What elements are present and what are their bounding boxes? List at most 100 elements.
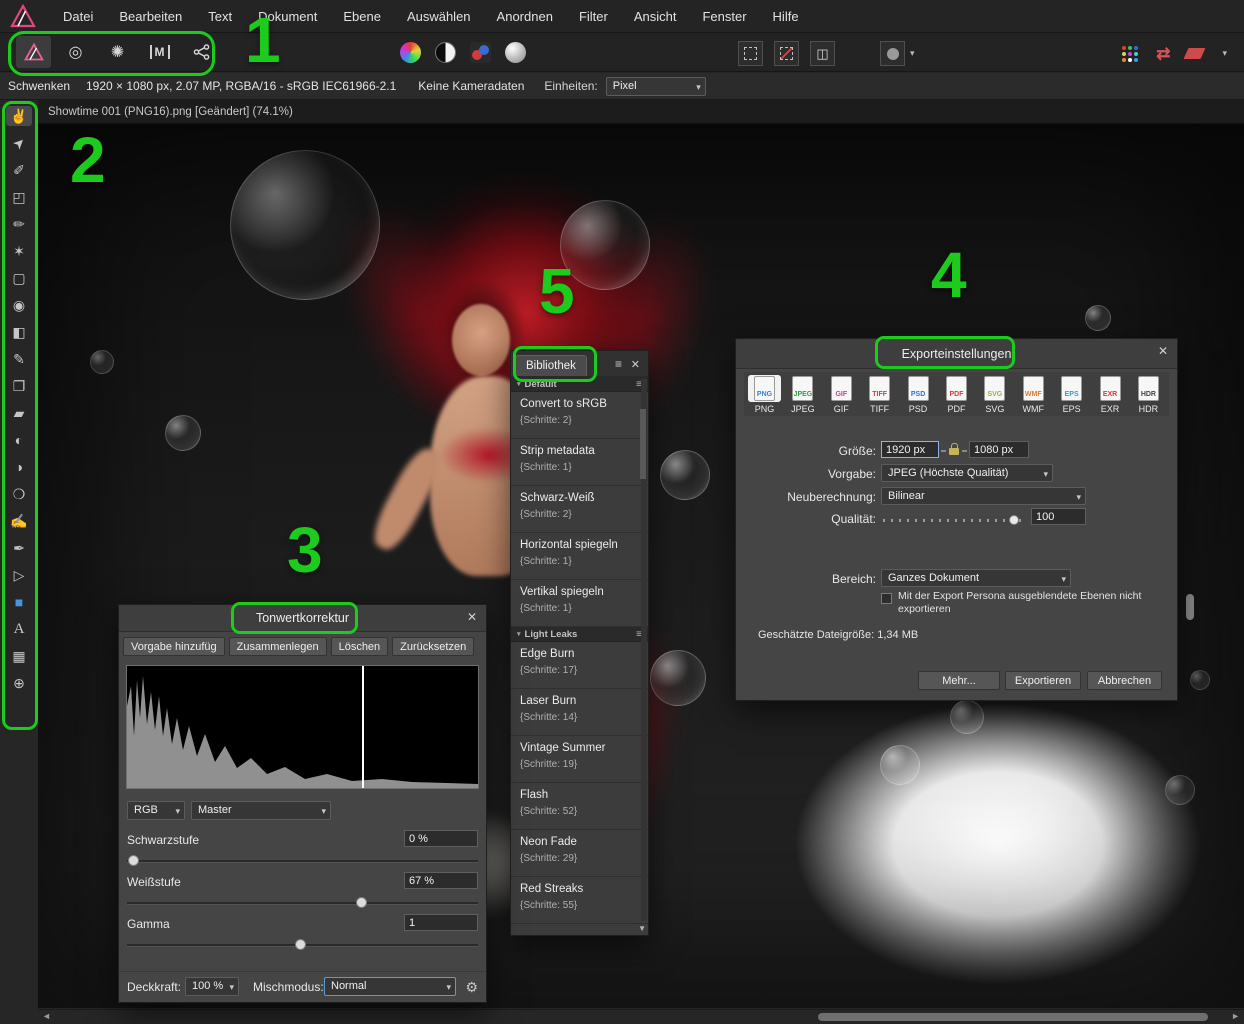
black-level-thumb[interactable] [128, 855, 139, 866]
black-level-slider[interactable] [127, 855, 478, 867]
dodge-tool[interactable]: ◐ [6, 430, 32, 450]
format-svg[interactable]: SVG SVG [976, 375, 1013, 414]
flood-select-tool[interactable]: ✶ [6, 241, 32, 261]
marquee-tool[interactable]: ▢ [6, 268, 32, 288]
macro-strip-metadata[interactable]: Strip metadata {Schritte: 1} [511, 439, 648, 486]
node-tool[interactable]: ▷ [6, 565, 32, 585]
smudge-tool[interactable]: ✍ [6, 511, 32, 531]
reset-button[interactable]: Zurücksetzen [392, 637, 475, 656]
format-tiff[interactable]: TIFF TIFF [861, 375, 898, 414]
menu-auswaehlen[interactable]: Auswählen [394, 9, 484, 24]
gradient-tool[interactable]: ◧ [6, 322, 32, 342]
blur-tool[interactable]: ❍ [6, 484, 32, 504]
white-level-slider[interactable] [127, 897, 478, 909]
macro-vintage-summer[interactable]: Vintage Summer {Schritte: 19} [511, 736, 648, 783]
white-level-thumb[interactable] [356, 897, 367, 908]
photo-persona-button[interactable] [16, 36, 51, 68]
gear-icon[interactable]: ⚙ [465, 979, 478, 996]
format-hdr[interactable]: HDR HDR [1130, 375, 1167, 414]
menu-ansicht[interactable]: Ansicht [621, 9, 690, 24]
color-wheel-icon[interactable] [400, 42, 421, 63]
menu-filter[interactable]: Filter [566, 9, 621, 24]
gamma-thumb[interactable] [295, 939, 306, 950]
levels-histogram[interactable] [126, 665, 479, 789]
delete-button[interactable]: Löschen [330, 637, 389, 656]
menu-ebene[interactable]: Ebene [330, 9, 394, 24]
scroll-right-icon[interactable]: ► [1231, 1011, 1240, 1021]
white-level-input[interactable] [404, 872, 478, 889]
flood-fill-tool[interactable]: ◉ [6, 295, 32, 315]
macro-laser-burn[interactable]: Laser Burn {Schritte: 14} [511, 689, 648, 736]
quick-mask-caret-icon[interactable]: ▾ [907, 48, 918, 59]
menu-bearbeiten[interactable]: Bearbeiten [106, 9, 195, 24]
sphere-icon[interactable] [505, 42, 526, 63]
text-tool[interactable]: A [6, 619, 32, 639]
vertical-scrollbar-thumb[interactable] [1186, 594, 1194, 620]
library-scrollbar-thumb[interactable] [640, 409, 646, 479]
paint-brush-tool[interactable]: ✎ [6, 349, 32, 369]
menu-text[interactable]: Text [195, 9, 245, 24]
quality-thumb[interactable] [1009, 515, 1019, 525]
menu-fenster[interactable]: Fenster [689, 9, 759, 24]
menu-datei[interactable]: Datei [50, 9, 106, 24]
macro-vertikal-spiegeln[interactable]: Vertikal spiegeln {Schritte: 1} [511, 580, 648, 627]
export-height-input[interactable] [969, 441, 1029, 458]
export-close-icon[interactable]: ✕ [1158, 345, 1168, 357]
hidden-layers-checkbox[interactable] [881, 593, 892, 604]
quality-slider[interactable] [883, 515, 1021, 525]
gamma-slider[interactable] [127, 939, 478, 951]
resample-dropdown[interactable]: Bilinear [881, 487, 1086, 505]
format-pdf[interactable]: PDF PDF [938, 375, 975, 414]
scroll-down-icon[interactable]: ▼ [638, 924, 646, 933]
grid-dots-icon[interactable] [1122, 45, 1127, 50]
tone-mapping-persona-button[interactable]: M [142, 36, 177, 68]
mesh-warp-tool[interactable]: ▦ [6, 646, 32, 666]
macro-schwarz-weiss[interactable]: Schwarz-Weiß {Schritte: 2} [511, 486, 648, 533]
library-close-icon[interactable]: ✕ [631, 358, 640, 371]
levels-close-icon[interactable]: ✕ [467, 611, 477, 623]
channel-dropdown[interactable]: RGB [127, 801, 185, 820]
units-dropdown[interactable]: Pixel [605, 76, 706, 96]
macro-horizontal-spiegeln[interactable]: Horizontal spiegeln {Schritte: 1} [511, 533, 648, 580]
macro-edge-burn[interactable]: Edge Burn {Schritte: 17} [511, 642, 648, 689]
blend-mode-dropdown[interactable]: Normal [324, 977, 456, 996]
opacity-dropdown[interactable]: 100 % [185, 977, 239, 996]
format-eps[interactable]: EPS EPS [1053, 375, 1090, 414]
cancel-button[interactable]: Abbrechen [1087, 671, 1162, 690]
develop-persona-button[interactable]: ✺ [100, 36, 135, 68]
liquify-persona-button[interactable]: ◎ [58, 36, 93, 68]
burn-tool[interactable]: ◑ [6, 457, 32, 477]
swap-arrows-icon[interactable]: ⇄ [1156, 44, 1170, 64]
horizontal-scrollbar-thumb[interactable] [818, 1013, 1208, 1021]
add-preset-button[interactable]: Vorgabe hinzufüg [123, 637, 225, 656]
document-tab[interactable]: Showtime 001 (PNG16).png [Geändert] (74.… [38, 100, 1244, 124]
macro-flash[interactable]: Flash {Schritte: 52} [511, 783, 648, 830]
color-dots-icon[interactable] [470, 42, 491, 63]
black-level-input[interactable] [404, 830, 478, 847]
slice-icon[interactable] [1184, 48, 1206, 59]
aspect-lock-icon[interactable] [941, 443, 967, 456]
eraser-tool[interactable]: ▰ [6, 403, 32, 423]
zoom-tool[interactable]: ⊕ [6, 673, 32, 693]
format-jpeg[interactable]: JPEG JPEG [784, 375, 821, 414]
panel-menu-icon[interactable]: ≡ [615, 357, 622, 371]
format-psd[interactable]: PSD PSD [900, 375, 937, 414]
macro-convert-srgb[interactable]: Convert to sRGB {Schritte: 2} [511, 392, 648, 439]
intersect-selection-button[interactable]: ◫ [810, 41, 835, 66]
merge-button[interactable]: Zusammenlegen [228, 637, 327, 656]
move-tool[interactable]: ➤ [6, 133, 32, 153]
format-exr[interactable]: EXR EXR [1092, 375, 1129, 414]
export-button[interactable]: Exportieren [1005, 671, 1081, 690]
quality-input[interactable] [1031, 508, 1086, 525]
menu-dokument[interactable]: Dokument [245, 9, 330, 24]
preset-dropdown[interactable]: JPEG (Höchste Qualität) [881, 464, 1053, 482]
format-wmf[interactable]: WMF WMF [1015, 375, 1052, 414]
subtract-selection-button[interactable] [774, 41, 799, 66]
master-dropdown[interactable]: Master [191, 801, 331, 820]
color-picker-tool[interactable]: ✐ [6, 160, 32, 180]
export-persona-button[interactable] [184, 36, 219, 68]
library-group-light-leaks[interactable]: ▾ Light Leaks ≡ [511, 627, 648, 642]
area-dropdown[interactable]: Ganzes Dokument [881, 569, 1071, 587]
view-tool[interactable]: ✌ [6, 106, 32, 126]
macro-neon-fade[interactable]: Neon Fade {Schritte: 29} [511, 830, 648, 877]
